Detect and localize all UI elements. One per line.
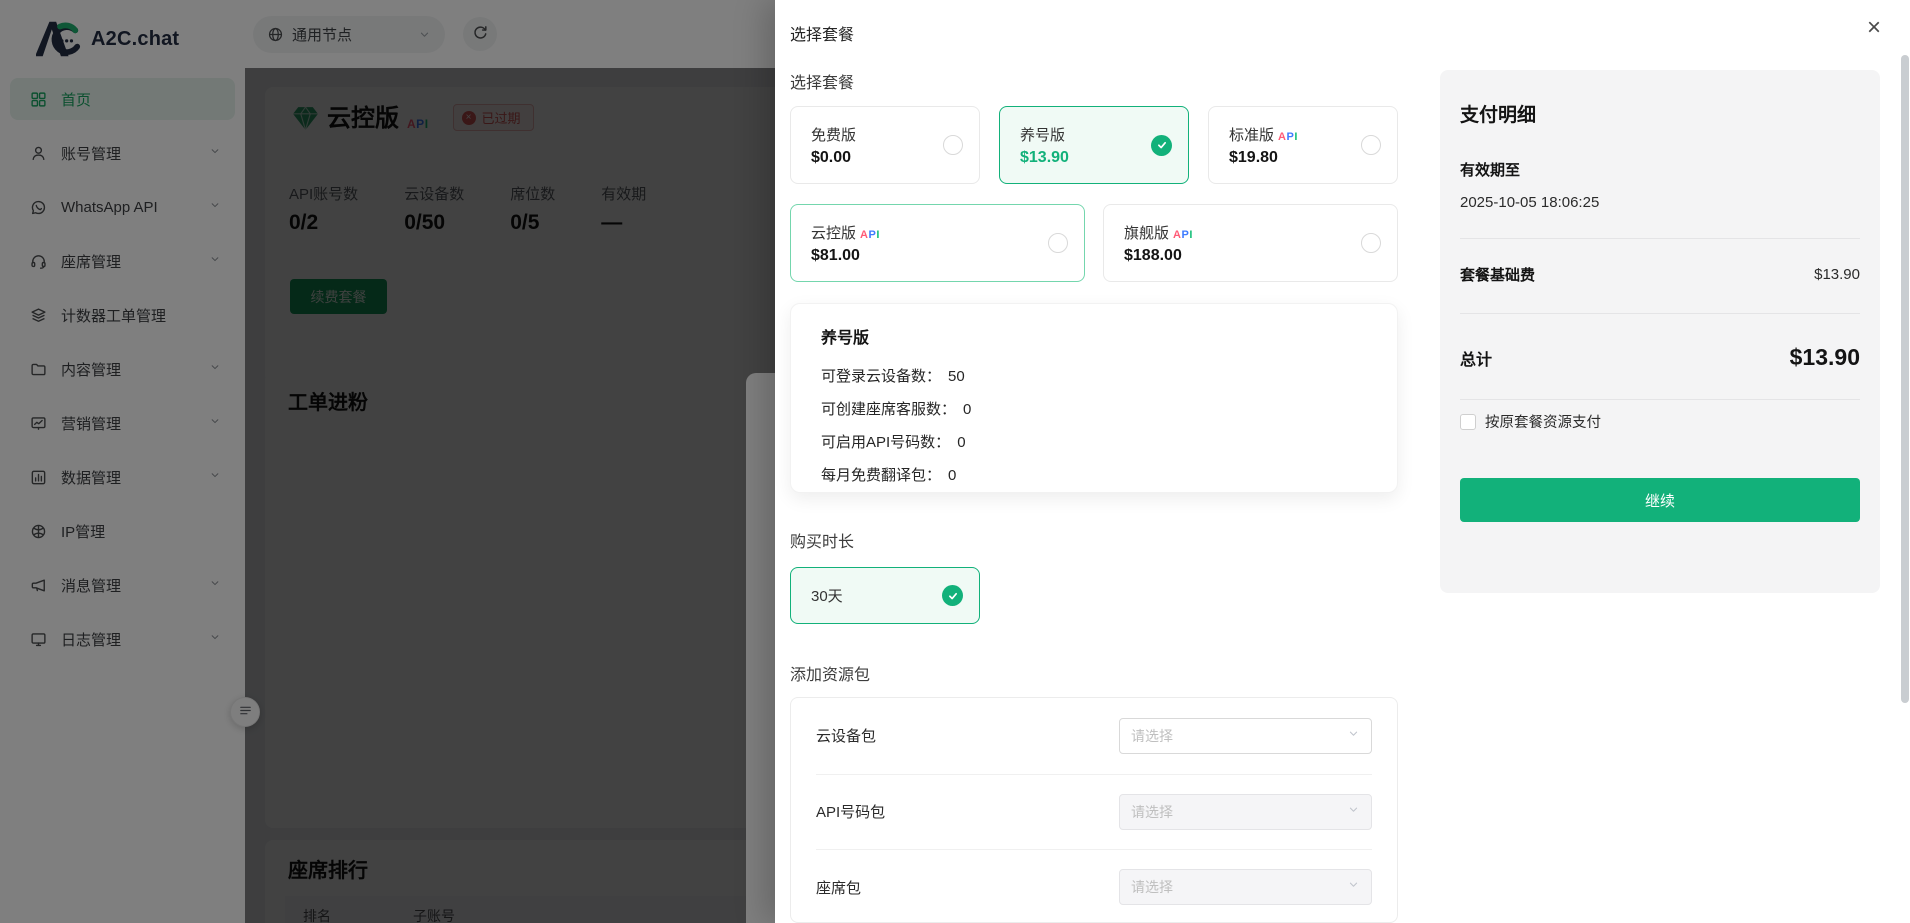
modal-scrollbar[interactable] bbox=[1901, 0, 1909, 923]
select-placeholder: 请选择 bbox=[1131, 877, 1173, 897]
plans-row-2: 云控版API $81.00 旗舰版API $188.00 bbox=[790, 204, 1398, 282]
plan-card-标准版[interactable]: 标准版API $19.80 bbox=[1208, 106, 1398, 184]
chevron-down-icon bbox=[1347, 727, 1360, 745]
plan-price: $188.00 bbox=[1124, 247, 1193, 265]
plan-detail-name: 养号版 bbox=[821, 324, 1367, 348]
payment-summary-panel: 支付明细 有效期至 2025-10-05 18:06:25 套餐基础费 $13.… bbox=[1440, 70, 1880, 593]
base-fee-label: 套餐基础费 bbox=[1460, 264, 1535, 285]
plan-detail-line: 可启用API号码数：0 bbox=[821, 426, 1367, 459]
check-icon[interactable] bbox=[1151, 135, 1172, 156]
divider bbox=[1460, 399, 1860, 400]
divider bbox=[1460, 313, 1860, 314]
radio-unselected-icon[interactable] bbox=[1048, 233, 1068, 253]
close-icon[interactable]: × bbox=[1858, 12, 1890, 44]
plan-name: 云控版API bbox=[811, 222, 880, 243]
api-tag: API bbox=[1173, 229, 1193, 241]
radio-unselected-icon[interactable] bbox=[943, 135, 963, 155]
total-label: 总计 bbox=[1460, 346, 1492, 370]
plan-price: $19.80 bbox=[1229, 149, 1298, 167]
resource-row: API号码包 请选择 bbox=[816, 774, 1372, 850]
plan-price: $13.90 bbox=[1020, 149, 1069, 167]
duration-section-label: 购买时长 bbox=[790, 528, 854, 552]
select-placeholder: 请选择 bbox=[1131, 802, 1173, 822]
plan-detail-card: 养号版 可登录云设备数：50 可创建座席客服数：0 可启用API号码数：0 每月… bbox=[790, 303, 1398, 493]
plan-card-养号版[interactable]: 养号版 $13.90 bbox=[999, 106, 1189, 184]
continue-button[interactable]: 继续 bbox=[1460, 478, 1860, 522]
api-tag: API bbox=[860, 229, 880, 241]
resource-select-座席包[interactable]: 请选择 bbox=[1119, 869, 1372, 905]
total-value: $13.90 bbox=[1790, 344, 1860, 371]
resource-packs-card: 云设备包 请选择 API号码包 请选择 座席包 请选择 bbox=[790, 697, 1398, 923]
base-fee-row: 套餐基础费 $13.90 bbox=[1460, 264, 1860, 285]
radio-unselected-icon[interactable] bbox=[1361, 135, 1381, 155]
radio-unselected-icon[interactable] bbox=[1361, 233, 1381, 253]
plan-detail-lines: 可登录云设备数：50 可创建座席客服数：0 可启用API号码数：0 每月免费翻译… bbox=[821, 360, 1367, 492]
plan-price: $0.00 bbox=[811, 149, 856, 167]
duration-option-30天[interactable]: 30天 bbox=[790, 567, 980, 624]
pay-by-original-resources-checkbox[interactable]: 按原套餐资源支付 bbox=[1460, 411, 1860, 432]
valid-until-label: 有效期至 bbox=[1460, 159, 1860, 180]
plans-section-label: 选择套餐 bbox=[790, 69, 854, 93]
duration-options: 30天 bbox=[790, 567, 980, 624]
api-tag: API bbox=[1278, 131, 1298, 143]
modal-title: 选择套餐 bbox=[790, 21, 854, 45]
screen: 通用节点 A2C.chat 首页 bbox=[0, 0, 1910, 923]
select-placeholder: 请选择 bbox=[1131, 726, 1173, 746]
select-plan-modal: 选择套餐 × 选择套餐 免费版 $0.00 养号版 $13.90 标准版API … bbox=[775, 0, 1910, 923]
plan-name: 旗舰版API bbox=[1124, 222, 1193, 243]
chevron-down-icon bbox=[1347, 878, 1360, 896]
plan-card-旗舰版[interactable]: 旗舰版API $188.00 bbox=[1103, 204, 1398, 282]
resource-label: API号码包 bbox=[816, 801, 885, 822]
divider bbox=[1460, 238, 1860, 239]
resource-label: 座席包 bbox=[816, 877, 861, 898]
plan-name: 免费版 bbox=[811, 124, 856, 145]
plans-row-1: 免费版 $0.00 养号版 $13.90 标准版API $19.80 bbox=[790, 106, 1398, 184]
resource-select-API号码包[interactable]: 请选择 bbox=[1119, 794, 1372, 830]
chevron-down-icon bbox=[1347, 803, 1360, 821]
checkbox-label: 按原套餐资源支付 bbox=[1485, 411, 1601, 432]
valid-until-value: 2025-10-05 18:06:25 bbox=[1460, 194, 1860, 211]
plan-detail-line: 可登录云设备数：50 bbox=[821, 360, 1367, 393]
plan-name: 30天 bbox=[811, 585, 843, 606]
plan-card-云控版[interactable]: 云控版API $81.00 bbox=[790, 204, 1085, 282]
plan-detail-line: 可创建座席客服数：0 bbox=[821, 393, 1367, 426]
plan-card-免费版[interactable]: 免费版 $0.00 bbox=[790, 106, 980, 184]
scrollbar-thumb[interactable] bbox=[1901, 55, 1909, 703]
checkbox-unchecked-icon[interactable] bbox=[1460, 414, 1476, 430]
plan-name: 标准版API bbox=[1229, 124, 1298, 145]
resource-label: 云设备包 bbox=[816, 725, 876, 746]
resource-select-云设备包[interactable]: 请选择 bbox=[1119, 718, 1372, 754]
resource-row: 云设备包 请选择 bbox=[816, 698, 1372, 774]
plan-name: 养号版 bbox=[1020, 124, 1069, 145]
total-row: 总计 $13.90 bbox=[1460, 344, 1860, 371]
resource-row: 座席包 请选择 bbox=[816, 849, 1372, 923]
payment-title: 支付明细 bbox=[1460, 100, 1860, 127]
resources-section-label: 添加资源包 bbox=[790, 661, 870, 685]
plan-detail-line: 每月免费翻译包：0 bbox=[821, 459, 1367, 492]
plan-price: $81.00 bbox=[811, 247, 880, 265]
check-icon[interactable] bbox=[942, 585, 963, 606]
base-fee-value: $13.90 bbox=[1814, 266, 1860, 283]
